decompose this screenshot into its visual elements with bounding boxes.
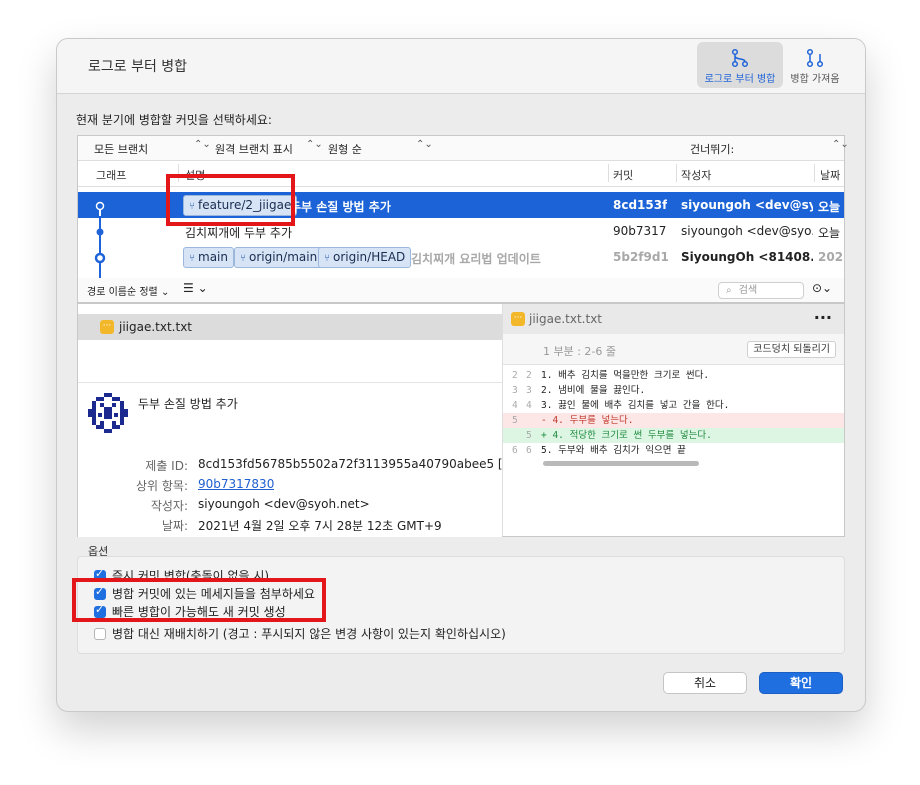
remote-filter-select[interactable]: 원격 브랜치 표시 [215,141,293,157]
commit-message: 두부 손질 방법 추가 [138,397,238,411]
diff-line: 44 3. 끓인 물에 배추 김치를 넣고 간을 한다. [512,400,730,411]
commit-description: 김치찌개에 두부 추가 [185,226,292,240]
more-options-icon[interactable]: ⊙⌄ [812,281,832,295]
diff-line: 22 1. 배추 김치를 먹을만한 크기로 썬다. [512,370,710,381]
lower-panel: ··· jiigae.txt.txt 두부 손질 방법 추가 제출 ID: 8c… [77,303,845,537]
diff-line: 66 5. 두부와 배추 김치가 익으면 끝 [512,445,686,456]
filter-bar: 모든 브랜치 ⌃⌄ 원격 브랜치 표시 ⌃⌄ 원형 순 ⌃⌄ 건너뛰기: ⌃⌄ [78,136,849,161]
highlight-box [166,174,295,226]
date-value: 2021년 4월 2일 오후 7시 28분 12초 GMT+9 [198,519,442,533]
commit-hash: 5b2f9d1 [613,250,669,264]
branch-tag-label: origin/main [249,250,318,264]
diff-line: 33 2. 냄비에 물을 끓인다. [512,385,646,396]
diff-line-added: 5 + 4. 적당한 크기로 썬 두부를 넣는다. [503,428,844,443]
option-rebase-instead[interactable]: 병합 대신 재배치하기 (경고 : 푸시되지 않은 변경 사항이 있는지 확인하… [94,625,506,643]
column-date[interactable]: 날짜 [820,167,840,183]
column-divider[interactable] [676,164,677,182]
commit-hash: 8cd153f [613,198,668,212]
title-bar: 로그로 부터 병합 로그로 부터 병합 병합 가져옴 [57,39,865,94]
graph-node [95,201,105,211]
column-divider[interactable] [814,164,815,182]
column-commit[interactable]: 커밋 [613,167,633,183]
file-sort-bar: 경로 이름순 정렬 ⌄ ☰ ⌄ ⌕ 검색 ⊙⌄ [77,278,845,303]
author-label: 작성자: [150,499,188,513]
highlight-box [72,578,326,622]
commit-date: 오늘 .. [818,200,844,214]
toolbar-merge-fetch-button[interactable]: 병합 가져옴 [785,42,845,88]
search-icon: ⌕ [726,285,732,296]
graph-node [94,252,106,264]
commit-author: siyoungoh <dev@syo... [681,224,813,238]
commit-date: 202 [818,250,844,264]
commit-author: siyoungoh <dev@syo... [681,198,813,212]
branch-filter-select[interactable]: 모든 브랜치 [94,141,148,157]
branch-icon: ⑂ [324,253,330,264]
commit-description: 두부 손질 방법 추가 [290,200,391,214]
author-value: siyoungoh <dev@syoh.net> [198,497,370,511]
column-graph[interactable]: 그래프 [96,167,126,183]
merge-branch-icon [731,48,749,68]
order-select[interactable]: 원형 순 [328,141,362,157]
cancel-button[interactable]: 취소 [663,672,747,694]
diff-line-removed: 5- 4. 두부를 넣는다. [503,413,844,428]
branch-tag-label: origin/HEAD [333,250,406,264]
commit-hash: 90b7317 [613,224,667,238]
skip-select[interactable]: 건너뛰기: [690,141,734,157]
window-title: 로그로 부터 병합 [88,59,188,75]
toolbar-merge-fetch-label: 병합 가져옴 [790,74,840,85]
file-list-item[interactable]: ··· jiigae.txt.txt [78,314,502,340]
hunk-header: 1 부분 : 2-6 줄 코드덩치 되돌리기 [503,334,844,365]
toolbar-merge-from-log-label: 로그로 부터 병합 [704,74,776,85]
column-divider[interactable] [608,164,609,182]
ellipsis-icon[interactable]: ··· [814,308,832,327]
avatar [88,393,128,433]
path-sort-select[interactable]: 경로 이름순 정렬 ⌄ [87,283,169,298]
file-modified-icon: ··· [511,312,525,326]
commit-row[interactable]: ⑂ main ⑂ origin/main ⑂ origin/HEAD 김치찌개 요리법… [78,244,844,270]
file-search-input[interactable]: ⌕ 검색 [718,282,804,299]
branch-icon: ⑂ [189,253,195,264]
hunk-label: 1 부분 : 2-6 줄 [543,345,617,358]
checkbox-unchecked[interactable] [94,627,106,640]
diff-horizontal-scrollbar[interactable] [543,461,699,466]
diff-header: ··· jiigae.txt.txt ··· [503,304,844,335]
branch-icon: ⑂ [240,253,246,264]
branch-tag-label: main [198,250,228,264]
merge-fetch-icon [806,48,824,68]
commit-details: 두부 손질 방법 추가 제출 ID: 8cd153fd56785b5502a72… [78,382,502,537]
commit-author: SiyoungOh <81408... [681,250,813,264]
branch-tag: ⑂ origin/HEAD [318,247,412,268]
branch-filter-chevron-icon: ⌃⌄ [194,139,211,150]
branch-tag: ⑂ origin/main [234,247,324,268]
commit-description: 김치찌개 요리법 업데이트 [411,252,541,266]
remote-filter-chevron-icon: ⌃⌄ [306,139,323,150]
ok-button[interactable]: 확인 [759,672,843,694]
graph-node [96,228,104,236]
commit-graph [94,201,106,279]
left-pane: ··· jiigae.txt.txt 두부 손질 방법 추가 제출 ID: 8c… [78,304,503,537]
skip-chevron-icon: ⌃⌄ [832,139,849,150]
parent-label: 상위 항목: [135,479,188,493]
merge-prompt: 현재 분기에 병합할 커밋을 선택하세요: [76,113,272,127]
column-author[interactable]: 작성자 [681,167,711,183]
path-sort-label: 경로 이름순 정렬 [87,287,158,298]
commit-date: 오늘 .. [818,226,844,240]
order-chevron-icon: ⌃⌄ [416,139,433,150]
diff-pane: ··· jiigae.txt.txt ··· 1 부분 : 2-6 줄 코드덩치… [503,304,844,536]
search-placeholder: 검색 [738,285,758,296]
branch-tag: ⑂ main [183,247,234,268]
list-icon[interactable]: ☰ ⌄ [183,281,208,295]
revert-hunk-button[interactable]: 코드덩치 되돌리기 [747,341,836,358]
file-name: jiigae.txt.txt [119,320,193,334]
date-label: 날짜: [161,519,188,533]
parent-link[interactable]: 90b7317830 [198,477,274,491]
file-modified-icon: ··· [100,320,114,334]
commit-id-value: 8cd153fd56785b5502a72f3113955a40790abee5… [198,457,502,471]
toolbar-merge-from-log-button[interactable]: 로그로 부터 병합 [697,42,783,88]
commit-id-label: 제출 ID: [145,459,188,473]
diff-file-name: jiigae.txt.txt [529,312,603,326]
